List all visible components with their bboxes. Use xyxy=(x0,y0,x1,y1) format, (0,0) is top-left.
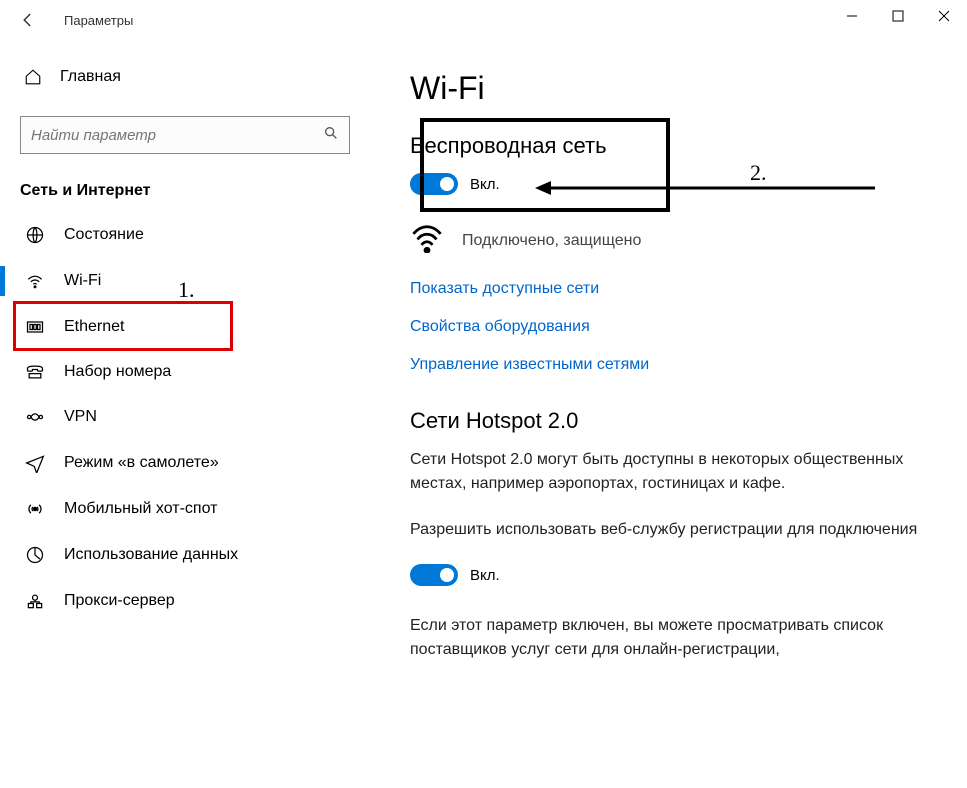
back-button[interactable] xyxy=(16,8,40,32)
maximize-button[interactable] xyxy=(875,0,921,32)
hotspot-toggle-label: Вкл. xyxy=(470,567,500,584)
page-title: Wi-Fi xyxy=(410,70,937,107)
wifi-toggle-label: Вкл. xyxy=(470,176,500,193)
sidebar-item-label: Ethernet xyxy=(64,318,124,336)
home-icon xyxy=(24,68,44,86)
search-input-container[interactable] xyxy=(20,116,350,154)
sidebar-item-vpn[interactable]: VPN xyxy=(0,394,380,440)
hotspot-heading: Сети Hotspot 2.0 xyxy=(410,408,937,434)
sidebar-item-ethernet[interactable]: Ethernet xyxy=(0,304,380,350)
sidebar-item-data-usage[interactable]: Использование данных xyxy=(0,532,380,578)
vpn-icon xyxy=(24,407,46,427)
sidebar-item-label: Набор номера xyxy=(64,363,171,381)
window-title: Параметры xyxy=(64,13,133,28)
proxy-icon xyxy=(24,591,46,611)
globe-icon xyxy=(24,225,46,245)
sidebar-item-hotspot[interactable]: Мобильный хот-спот xyxy=(0,486,380,532)
link-known-networks[interactable]: Управление известными сетями xyxy=(410,356,937,374)
sidebar-item-label: Мобильный хот-спот xyxy=(64,500,217,518)
ethernet-icon xyxy=(24,317,46,337)
home-link[interactable]: Главная xyxy=(20,60,380,94)
link-show-networks[interactable]: Показать доступные сети xyxy=(410,280,937,298)
hotspot-note: Если этот параметр включен, вы можете пр… xyxy=(410,614,937,662)
hotspot-allow-text: Разрешить использовать веб-службу регист… xyxy=(410,518,937,542)
dialup-icon xyxy=(24,363,46,381)
hotspot-description: Сети Hotspot 2.0 могут быть доступны в н… xyxy=(410,448,937,496)
wireless-heading: Беспроводная сеть xyxy=(410,133,937,159)
search-input[interactable] xyxy=(31,127,311,144)
close-button[interactable] xyxy=(921,0,967,32)
sidebar-item-airplane[interactable]: Режим «в самолете» xyxy=(0,440,380,486)
sidebar-nav: Состояние Wi-Fi Ethernet Набор номера xyxy=(0,212,380,624)
sidebar-item-dialup[interactable]: Набор номера xyxy=(0,350,380,394)
sidebar-item-wifi[interactable]: Wi-Fi xyxy=(0,258,380,304)
sidebar-item-label: Прокси-сервер xyxy=(64,592,175,610)
link-hardware-properties[interactable]: Свойства оборудования xyxy=(410,318,937,336)
sidebar-item-label: VPN xyxy=(64,408,97,426)
airplane-icon xyxy=(24,453,46,473)
wifi-toggle[interactable] xyxy=(410,173,458,195)
data-usage-icon xyxy=(24,545,46,565)
sidebar-item-proxy[interactable]: Прокси-сервер xyxy=(0,578,380,624)
search-icon xyxy=(323,125,339,145)
sidebar-item-label: Режим «в самолете» xyxy=(64,454,219,472)
sidebar-item-status[interactable]: Состояние xyxy=(0,212,380,258)
sidebar-item-label: Состояние xyxy=(64,226,144,244)
minimize-button[interactable] xyxy=(829,0,875,32)
sidebar-item-label: Wi-Fi xyxy=(64,272,101,290)
hotspot-icon xyxy=(24,499,46,519)
home-label: Главная xyxy=(60,68,121,86)
sidebar-item-label: Использование данных xyxy=(64,546,238,564)
wifi-icon xyxy=(24,271,46,291)
sidebar-category: Сеть и Интернет xyxy=(20,182,380,200)
hotspot-toggle[interactable] xyxy=(410,564,458,586)
wifi-status-text: Подключено, защищено xyxy=(462,232,641,250)
wifi-signal-icon xyxy=(410,223,444,258)
